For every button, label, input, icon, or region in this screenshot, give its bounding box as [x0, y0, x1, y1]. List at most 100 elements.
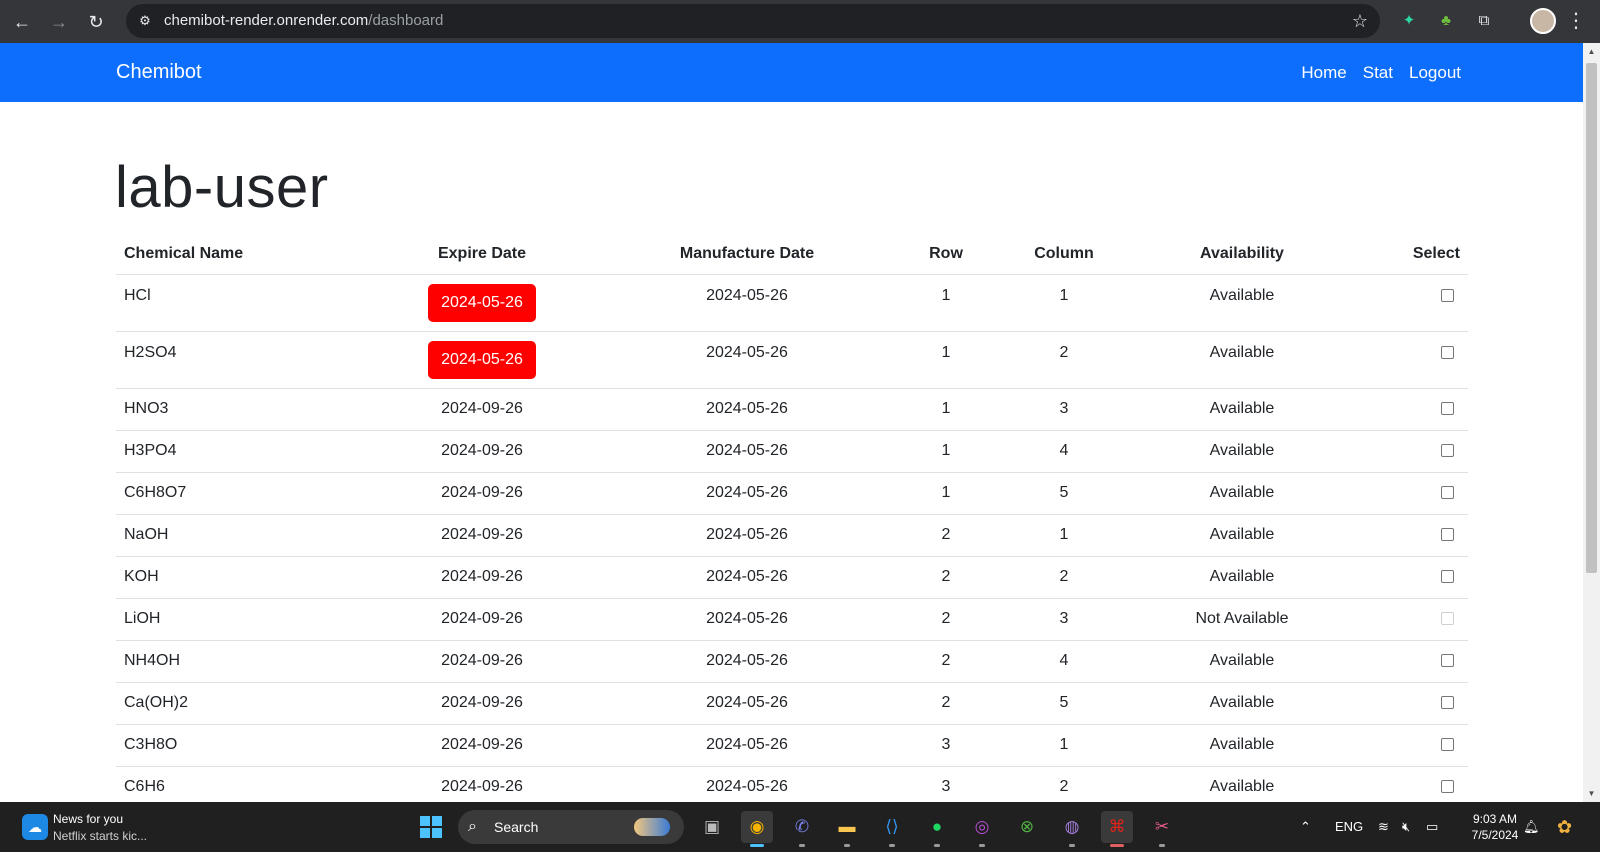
chemical-name-cell: NaOH — [116, 514, 366, 557]
nav-stat-link[interactable]: Stat — [1363, 43, 1393, 102]
snipping-tool-icon[interactable]: ✂ — [1146, 811, 1178, 847]
language-indicator[interactable]: ENG — [1335, 802, 1363, 852]
forward-icon[interactable]: → — [45, 8, 73, 36]
folder-icon[interactable]: ▬ — [831, 811, 863, 847]
bookmark-star-icon[interactable]: ☆ — [1352, 4, 1368, 38]
acrobat-icon[interactable]: ⌘ — [1101, 811, 1133, 847]
brand-logo[interactable]: Chemibot — [116, 43, 202, 102]
spotify-icon[interactable]: ● — [921, 811, 953, 847]
row-cell: 1 — [896, 388, 996, 431]
extension-tree-icon[interactable]: ♣ — [1434, 9, 1458, 33]
scroll-up-arrow-icon[interactable]: ▲ — [1583, 47, 1600, 56]
xbox-icon[interactable]: ⊗ — [1011, 811, 1043, 843]
column-cell: 4 — [996, 430, 1132, 473]
expired-date-badge: 2024-05-26 — [428, 283, 536, 322]
availability-cell: Available — [1132, 766, 1352, 802]
row-cell: 1 — [896, 430, 996, 473]
select-cell — [1352, 640, 1468, 683]
select-checkbox[interactable] — [1441, 486, 1454, 500]
select-cell — [1352, 766, 1468, 802]
header-expire-date: Expire Date — [366, 235, 598, 275]
chrome-icon[interactable]: ◉ — [741, 811, 773, 847]
select-checkbox[interactable] — [1441, 528, 1454, 542]
manufacture-date-cell: 2024-05-26 — [598, 640, 896, 683]
news-subtitle[interactable]: Netflix starts kic... — [53, 829, 147, 843]
address-bar[interactable]: ⚙ chemibot-render.onrender.com/dashboard… — [126, 4, 1380, 38]
clock-time: 9:03 AM — [1472, 812, 1518, 826]
select-checkbox[interactable] — [1441, 444, 1454, 458]
expire-date-cell: 2024-09-26 — [366, 388, 598, 431]
teams-icon[interactable]: ✆ — [786, 811, 818, 847]
github-icon[interactable]: ◍ — [1056, 811, 1088, 847]
chemical-name-cell: KOH — [116, 556, 366, 599]
scrollbar-thumb[interactable] — [1586, 63, 1597, 573]
select-cell — [1352, 724, 1468, 767]
nav-home-link[interactable]: Home — [1301, 43, 1346, 102]
table-body: HCl 2024-05-26 2024-05-26 1 1 Available H2SO4 2… — [116, 274, 1468, 802]
row-cell: 2 — [896, 682, 996, 725]
table-row: KOH 2024-09-26 2024-05-26 2 2 Available — [116, 556, 1468, 599]
select-checkbox[interactable] — [1441, 288, 1454, 302]
tray-chevron-icon[interactable]: ⌃ — [1300, 802, 1311, 852]
back-icon[interactable]: ← — [8, 8, 36, 36]
battery-icon[interactable]: ▭ — [1426, 802, 1438, 852]
column-cell: 2 — [996, 556, 1132, 599]
page-scrollbar[interactable]: ▲ ▼ — [1583, 43, 1600, 802]
availability-cell: Not Available — [1132, 598, 1352, 641]
table-row: C6H6 2024-09-26 2024-05-26 3 2 Available — [116, 766, 1468, 802]
expire-date-text: 2024-09-26 — [441, 694, 523, 711]
table-row: C3H8O 2024-09-26 2024-05-26 3 1 Available — [116, 724, 1468, 767]
expire-date-cell: 2024-09-26 — [366, 724, 598, 767]
taskbar-search[interactable]: ⌕ Search — [458, 810, 684, 844]
select-checkbox[interactable] — [1441, 402, 1454, 416]
news-title[interactable]: News for you — [53, 812, 123, 826]
system-clock[interactable]: 9:03 AM 7/5/2024 — [1460, 811, 1530, 843]
select-checkbox[interactable] — [1441, 780, 1454, 794]
page-title: lab-user — [115, 155, 329, 220]
main-content: lab-user Chemical Name Expire Date Manuf… — [0, 102, 1583, 802]
select-cell — [1352, 556, 1468, 599]
reload-icon[interactable]: ↻ — [82, 8, 110, 36]
scroll-down-arrow-icon[interactable]: ▼ — [1583, 789, 1600, 798]
windows-start-icon[interactable] — [420, 816, 442, 838]
app-icon[interactable]: ◎ — [966, 811, 998, 847]
extension-bird-icon[interactable]: ✦ — [1397, 9, 1421, 33]
select-checkbox[interactable] — [1441, 738, 1454, 752]
extensions-puzzle-icon[interactable]: ⧉ — [1472, 9, 1496, 33]
expired-date-badge: 2024-05-26 — [428, 340, 536, 379]
row-cell: 2 — [896, 556, 996, 599]
nav-logout-link[interactable]: Logout — [1409, 43, 1461, 102]
chemicals-table: Chemical Name Expire Date Manufacture Da… — [116, 235, 1468, 802]
vscode-icon[interactable]: ⟨⟩ — [876, 811, 908, 847]
chemical-name-cell: NH4OH — [116, 640, 366, 683]
expire-date-text: 2024-09-26 — [441, 526, 523, 543]
select-checkbox[interactable] — [1441, 654, 1454, 668]
select-cell — [1352, 430, 1468, 473]
manufacture-date-cell: 2024-05-26 — [598, 514, 896, 557]
select-checkbox[interactable] — [1441, 696, 1454, 710]
profile-avatar[interactable] — [1530, 8, 1556, 34]
copilot-icon[interactable]: ✿ — [1557, 802, 1572, 852]
chemical-name-cell: Ca(OH)2 — [116, 682, 366, 725]
expire-date-cell: 2024-09-26 — [366, 514, 598, 557]
manufacture-date-cell: 2024-05-26 — [598, 556, 896, 599]
notification-bell-icon[interactable]: 🔔︎ — [1523, 802, 1540, 852]
column-cell: 1 — [996, 514, 1132, 557]
select-cell — [1352, 472, 1468, 515]
select-cell — [1352, 682, 1468, 725]
table-header-row: Chemical Name Expire Date Manufacture Da… — [116, 235, 1468, 275]
news-widget-icon[interactable]: ☁ — [22, 814, 48, 840]
wifi-icon[interactable]: ≋ — [1378, 802, 1389, 852]
task-view-icon[interactable]: ▣ — [696, 811, 728, 843]
volume-muted-icon[interactable]: 🔇︎ — [1402, 802, 1410, 852]
site-settings-icon[interactable]: ⚙ — [136, 12, 154, 30]
browser-menu-icon[interactable]: ⋮ — [1566, 8, 1586, 34]
row-cell: 2 — [896, 640, 996, 683]
column-cell: 3 — [996, 598, 1132, 641]
select-checkbox[interactable] — [1441, 570, 1454, 584]
availability-cell: Available — [1132, 640, 1352, 683]
expire-date-cell: 2024-09-26 — [366, 682, 598, 725]
select-checkbox[interactable] — [1441, 345, 1454, 359]
url-text[interactable]: chemibot-render.onrender.com/dashboard — [164, 4, 443, 38]
header-row: Row — [896, 235, 996, 275]
